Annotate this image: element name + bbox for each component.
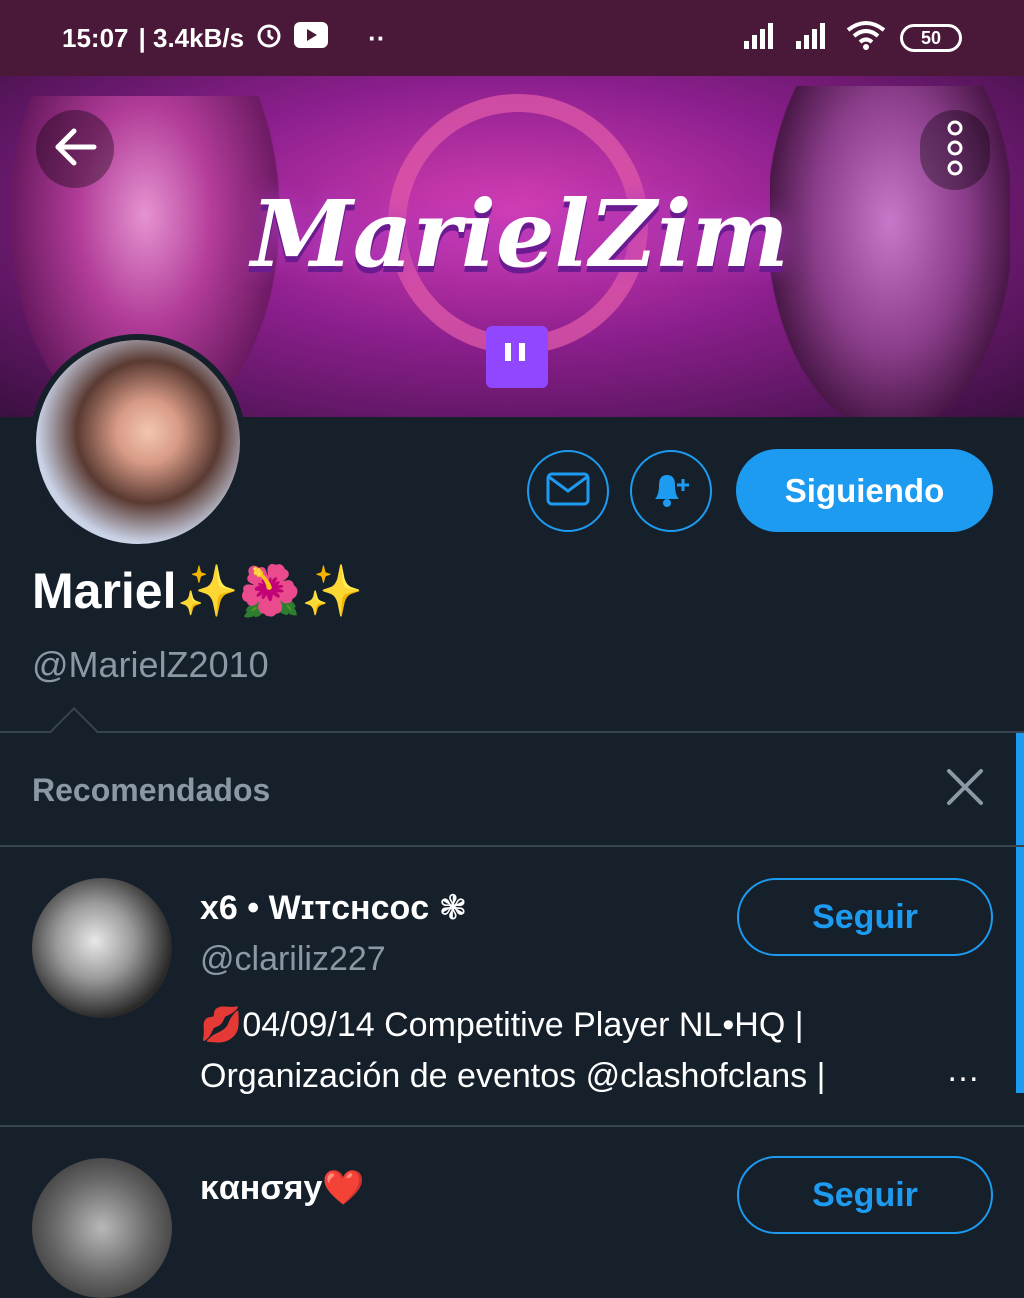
twitch-logo-icon bbox=[486, 326, 548, 388]
status-bar: 15:07 | 3.4kB/s ·· 50 bbox=[0, 0, 1024, 76]
bio-line-2: Organización de eventos @clashofclans | bbox=[200, 1057, 826, 1095]
wifi-icon bbox=[846, 20, 886, 57]
profile-handle: @MarielZ2010 bbox=[32, 644, 269, 685]
follow-button[interactable]: Seguir bbox=[737, 1156, 993, 1234]
more-options-button[interactable] bbox=[920, 110, 990, 190]
section-divider bbox=[0, 731, 1024, 733]
envelope-icon bbox=[546, 472, 590, 511]
alarm-icon bbox=[254, 20, 284, 57]
profile-avatar[interactable] bbox=[30, 334, 246, 550]
status-extra-dots: ·· bbox=[368, 22, 386, 53]
back-button[interactable] bbox=[36, 110, 114, 188]
scroll-indicator bbox=[1016, 733, 1024, 1093]
signal-icon-2 bbox=[794, 21, 832, 56]
recommended-user-avatar[interactable] bbox=[32, 878, 172, 1018]
list-divider bbox=[0, 1125, 1024, 1127]
more-vertical-icon bbox=[945, 118, 965, 183]
recommended-user-name[interactable]: x6 • Wɪᴛᴄʜᴄᴏᴄ ❃ bbox=[200, 888, 467, 928]
recommended-user-handle: @clariliz227 bbox=[200, 940, 386, 978]
recommended-user-avatar[interactable] bbox=[32, 1158, 172, 1298]
bell-plus-icon bbox=[649, 469, 693, 514]
signal-icon bbox=[742, 21, 780, 56]
close-icon bbox=[945, 767, 985, 812]
status-time: 15:07 bbox=[62, 22, 129, 53]
notifications-button[interactable] bbox=[630, 450, 712, 532]
bio-line-1: 💋04/09/14 Competitive Player NL•HQ | bbox=[200, 1006, 804, 1044]
youtube-icon bbox=[294, 21, 329, 55]
list-divider bbox=[0, 845, 1024, 847]
profile-display-name: Mariel✨🌺✨ bbox=[32, 563, 364, 619]
bio-ellipsis: … bbox=[946, 1051, 980, 1089]
status-net-speed: | 3.4kB/s bbox=[138, 22, 245, 53]
close-recommended-button[interactable] bbox=[940, 764, 990, 814]
recommended-user-name[interactable]: ĸαнσяу❤️ bbox=[200, 1168, 365, 1208]
following-button[interactable]: Siguiendo bbox=[736, 449, 993, 532]
recommended-user-bio: 💋04/09/14 Competitive Player NL•HQ | Org… bbox=[200, 1000, 930, 1102]
arrow-left-icon bbox=[52, 127, 98, 172]
follow-button[interactable]: Seguir bbox=[737, 878, 993, 956]
recommended-header: Recomendados bbox=[32, 772, 271, 808]
banner-logo-text: MarielZim bbox=[251, 180, 789, 288]
message-button[interactable] bbox=[527, 450, 609, 532]
battery-icon: 50 bbox=[900, 24, 962, 52]
